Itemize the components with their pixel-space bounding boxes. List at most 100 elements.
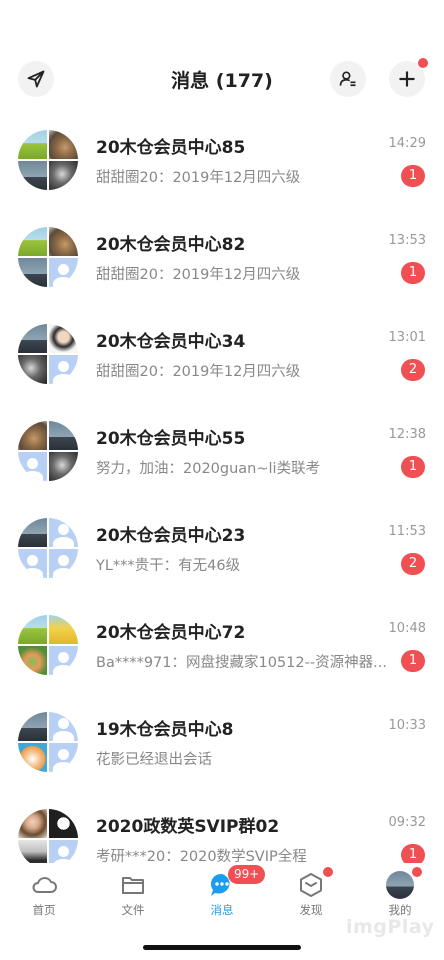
conversation-item[interactable]: 20木仓会员中心72 Ba****971：网盘搜藏家10512--资源神器...… <box>0 603 444 700</box>
tab-label: 发现 <box>299 903 323 917</box>
avatar-tile <box>18 258 47 287</box>
avatar-tile <box>18 615 47 644</box>
group-avatar <box>18 518 78 578</box>
home-indicator <box>143 945 301 950</box>
conversation-name: 20木仓会员中心72 <box>96 623 246 643</box>
conversation-item[interactable]: 20木仓会员中心85 甜甜圈20：2019年12月四六级 14:29 1 <box>0 118 444 215</box>
conversation-item[interactable]: 19木仓会员中心8 花影已经退出会话 10:33 <box>0 700 444 797</box>
avatar-tile <box>49 840 78 863</box>
notification-dot <box>412 867 422 877</box>
avatar-tile <box>18 743 47 772</box>
last-message-preview: 花影已经退出会话 <box>96 752 212 768</box>
tab-home[interactable]: 首页 <box>0 863 88 925</box>
avatar-tile <box>18 227 47 256</box>
conversation-item[interactable]: 20木仓会员中心55 努力，加油：2020guan~li类联考 12:38 1 <box>0 409 444 506</box>
header: 消息 (177) <box>0 58 444 102</box>
avatar-tile <box>49 355 78 384</box>
avatar-tile <box>49 712 78 745</box>
avatar-tile <box>49 258 78 287</box>
conversation-time: 09:32 <box>388 815 426 830</box>
avatar-tile <box>49 743 78 772</box>
unread-badge: 1 <box>401 165 425 187</box>
conversation-list[interactable]: 20木仓会员中心85 甜甜圈20：2019年12月四六级 14:29 1 20木… <box>0 118 444 863</box>
last-message-preview: 甜甜圈20：2019年12月四六级 <box>96 364 301 380</box>
avatar-tile <box>49 324 78 353</box>
avatar-tile <box>49 518 78 551</box>
conversation-name: 20木仓会员中心82 <box>96 235 246 255</box>
conversation-time: 12:38 <box>388 427 426 442</box>
conversation-name: 20木仓会员中心34 <box>96 332 246 352</box>
conversation-name: 2020政数英SVIP群02 <box>96 817 280 837</box>
avatar-tile <box>18 712 47 741</box>
avatar-tile <box>18 549 47 578</box>
last-message-preview: Ba****971：网盘搜藏家10512--资源神器... <box>96 655 387 671</box>
avatar-tile <box>49 421 78 450</box>
cloud-icon <box>32 877 57 893</box>
last-message-preview: 努力，加油：2020guan~li类联考 <box>96 461 321 477</box>
unread-badge: 2 <box>401 359 425 381</box>
conversation-item[interactable]: 20木仓会员中心23 YL***贵干：有无46级 11:53 2 <box>0 506 444 603</box>
unread-badge: 2 <box>401 553 425 575</box>
folder-icon <box>122 877 144 894</box>
last-message-preview: YL***贵干：有无46级 <box>96 558 241 574</box>
conversation-item[interactable]: 20木仓会员中心82 甜甜圈20：2019年12月四六级 13:53 1 <box>0 215 444 312</box>
avatar-tile <box>18 809 47 838</box>
notification-dot <box>418 58 428 68</box>
group-avatar <box>18 227 78 287</box>
avatar-tile <box>49 809 78 838</box>
tab-files[interactable]: 文件 <box>89 863 177 925</box>
page-title: 消息 (177) <box>171 70 273 92</box>
unread-count-badge: 99+ <box>228 865 266 884</box>
last-message-preview: 考研***20：2020数学SVIP全程 <box>96 849 307 863</box>
tab-label: 消息 <box>210 903 234 917</box>
avatar-tile <box>49 452 78 481</box>
avatar-tile <box>49 161 78 190</box>
avatar-tile <box>18 518 47 547</box>
cube-icon <box>300 873 322 897</box>
conversation-name: 19木仓会员中心8 <box>96 720 234 740</box>
tab-label: 首页 <box>32 903 56 917</box>
avatar-tile <box>18 161 47 190</box>
last-message-preview: 甜甜圈20：2019年12月四六级 <box>96 170 301 186</box>
avatar-tile <box>18 646 47 675</box>
avatar-tile <box>18 840 47 863</box>
avatar-tile <box>18 130 47 159</box>
group-avatar <box>18 421 78 481</box>
avatar-tile <box>18 452 47 481</box>
conversation-item[interactable]: 20木仓会员中心34 甜甜圈20：2019年12月四六级 13:01 2 <box>0 312 444 409</box>
add-button[interactable] <box>389 58 428 97</box>
avatar-tile <box>49 615 78 644</box>
group-avatar <box>18 809 78 863</box>
conversation-name: 20木仓会员中心55 <box>96 429 246 449</box>
avatar-tile <box>49 227 78 256</box>
last-message-preview: 甜甜圈20：2019年12月四六级 <box>96 267 301 283</box>
group-avatar <box>18 130 78 190</box>
notification-dot <box>323 867 333 877</box>
avatar-tile <box>49 130 78 159</box>
conversation-time: 13:01 <box>388 330 426 345</box>
avatar-tile <box>18 355 47 384</box>
tab-label: 文件 <box>121 903 145 917</box>
conversation-name: 20木仓会员中心23 <box>96 526 246 546</box>
avatar-tile <box>18 324 47 353</box>
group-avatar <box>18 712 78 772</box>
conversation-time: 11:53 <box>388 524 426 539</box>
conversation-item[interactable]: 2020政数英SVIP群02 考研***20：2020数学SVIP全程 09:3… <box>0 797 444 863</box>
tab-messages[interactable]: 消息 99+ <box>178 863 266 925</box>
conversation-time: 14:29 <box>388 136 426 151</box>
conversation-name: 20木仓会员中心85 <box>96 138 246 158</box>
avatar-tile <box>49 549 78 578</box>
avatar-tile <box>49 646 78 675</box>
contacts-button[interactable] <box>330 61 366 97</box>
conversation-time: 10:33 <box>388 718 426 733</box>
plus-icon <box>399 71 415 87</box>
tab-discover[interactable]: 发现 <box>267 863 355 925</box>
unread-badge: 1 <box>401 262 425 284</box>
conversation-time: 13:53 <box>388 233 426 248</box>
user-avatar <box>386 871 414 899</box>
unread-badge: 1 <box>401 844 425 863</box>
unread-badge: 1 <box>401 650 425 672</box>
group-avatar <box>18 615 78 675</box>
contacts-icon <box>339 71 356 87</box>
group-avatar <box>18 324 78 384</box>
